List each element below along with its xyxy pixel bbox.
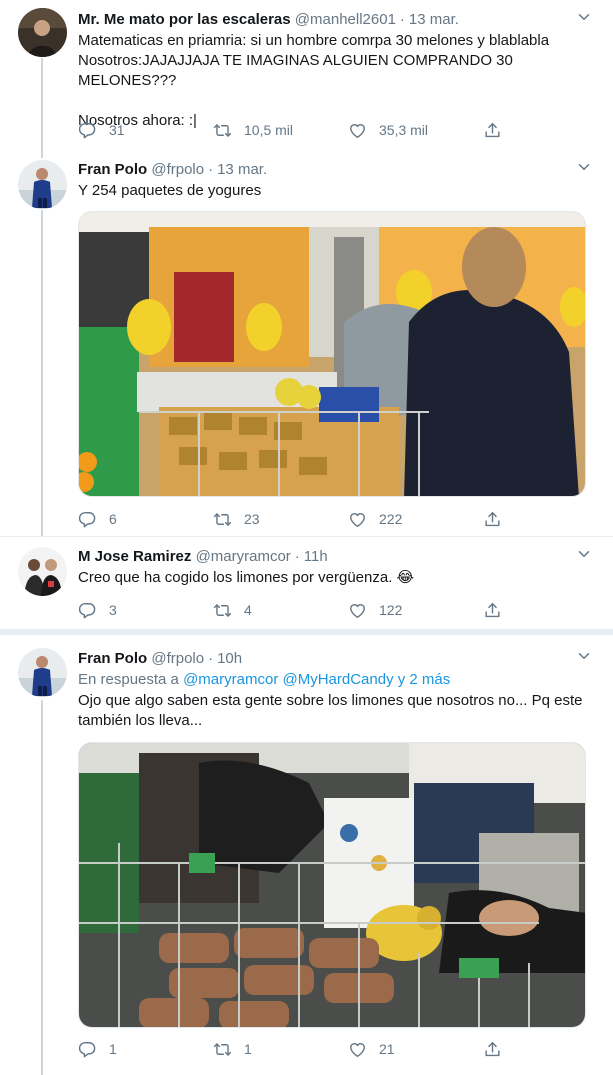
tweet-header: Fran Polo @frpolo · 10h bbox=[78, 649, 593, 669]
avatar[interactable] bbox=[18, 160, 67, 209]
share-icon bbox=[483, 121, 502, 140]
author-handle[interactable]: @frpolo bbox=[151, 650, 204, 667]
retweet-icon bbox=[213, 601, 232, 620]
reply-context: En respuesta a @maryramcor @MyHardCandy … bbox=[78, 670, 593, 690]
chevron-down-icon[interactable] bbox=[575, 545, 593, 563]
heart-icon bbox=[348, 1040, 367, 1059]
reply-icon bbox=[78, 1040, 97, 1059]
share-icon bbox=[483, 1040, 502, 1059]
retweet-count: 10,5 mil bbox=[244, 122, 294, 138]
share-icon bbox=[483, 510, 502, 529]
share-button[interactable] bbox=[483, 599, 514, 621]
avatar[interactable] bbox=[18, 8, 67, 57]
author-handle[interactable]: @frpolo bbox=[151, 161, 204, 178]
tweet-text: Creo que ha cogido los limones por vergü… bbox=[78, 569, 415, 586]
reply-icon bbox=[78, 121, 97, 140]
timestamp[interactable]: 11h bbox=[304, 548, 328, 565]
reply-button[interactable]: 3 bbox=[78, 599, 117, 621]
author-name[interactable]: Mr. Me mato por las escaleras bbox=[78, 11, 291, 28]
avatar[interactable] bbox=[18, 648, 67, 697]
like-count: 222 bbox=[379, 511, 403, 527]
heart-icon bbox=[348, 121, 367, 140]
share-button[interactable] bbox=[483, 1038, 514, 1060]
retweet-button[interactable]: 1 bbox=[213, 1038, 252, 1060]
retweet-count: 4 bbox=[244, 602, 252, 618]
share-button[interactable] bbox=[483, 119, 514, 141]
thread-line bbox=[41, 150, 43, 158]
reply-count: 6 bbox=[109, 511, 117, 527]
tweet-text: Y 254 paquetes de yogures bbox=[78, 182, 262, 199]
tweet-header: Fran Polo @frpolo · 13 mar. bbox=[78, 160, 593, 180]
avatar[interactable] bbox=[18, 547, 67, 596]
timestamp[interactable]: 13 mar. bbox=[409, 11, 459, 28]
tweet-header: M Jose Ramirez @maryramcor · 11h bbox=[78, 547, 593, 567]
like-button[interactable]: 222 bbox=[348, 508, 402, 530]
chevron-down-icon[interactable] bbox=[575, 8, 593, 26]
retweet-count: 1 bbox=[244, 1041, 252, 1057]
tweet-4[interactable]: Fran Polo @frpolo · 10h En respuesta a @ma… bbox=[0, 635, 613, 1075]
tweet-text: Matematicas en priamria: si un hombre co… bbox=[78, 32, 550, 129]
like-button[interactable]: 21 bbox=[348, 1038, 395, 1060]
reply-button[interactable]: 6 bbox=[78, 508, 117, 530]
tweet-actions: 3 4 122 bbox=[78, 599, 508, 621]
tweet-actions: 1 1 21 bbox=[78, 1038, 508, 1060]
author-name[interactable]: M Jose Ramirez bbox=[78, 548, 191, 565]
tweet-text: Ojo que algo saben esta gente sobre los … bbox=[78, 692, 583, 729]
retweet-icon bbox=[213, 510, 232, 529]
retweet-button[interactable]: 10,5 mil bbox=[213, 119, 293, 141]
like-button[interactable]: 35,3 mil bbox=[348, 119, 428, 141]
reply-prefix: En respuesta a bbox=[78, 671, 179, 688]
like-button[interactable]: 122 bbox=[348, 599, 402, 621]
reply-mentions-link[interactable]: @maryramcor @MyHardCandy y 2 más bbox=[183, 671, 450, 688]
retweet-button[interactable]: 4 bbox=[213, 599, 252, 621]
reply-count: 31 bbox=[109, 122, 125, 138]
author-handle[interactable]: @maryramcor bbox=[196, 548, 291, 565]
retweet-icon bbox=[213, 1040, 232, 1059]
tweet-actions: 6 23 222 bbox=[78, 508, 508, 530]
tweet-1[interactable]: Mr. Me mato por las escaleras @manhell26… bbox=[0, 0, 613, 150]
thread-line bbox=[41, 700, 43, 1075]
tweet-header: Mr. Me mato por las escaleras @manhell26… bbox=[78, 10, 593, 30]
reply-button[interactable]: 1 bbox=[78, 1038, 117, 1060]
chevron-down-icon[interactable] bbox=[575, 647, 593, 665]
thread-line bbox=[41, 58, 43, 150]
tweet-3[interactable]: M Jose Ramirez @maryramcor · 11h Creo que … bbox=[0, 537, 613, 629]
like-count: 35,3 mil bbox=[379, 122, 429, 138]
retweet-count: 23 bbox=[244, 511, 260, 527]
timestamp[interactable]: 10h bbox=[217, 650, 242, 667]
thread-line bbox=[41, 210, 43, 536]
like-count: 122 bbox=[379, 602, 403, 618]
author-name[interactable]: Fran Polo bbox=[78, 650, 147, 667]
tweet-photo-supermarket-checkout[interactable] bbox=[78, 211, 586, 497]
reply-icon bbox=[78, 510, 97, 529]
tweet-actions: 31 10,5 mil 35,3 mil bbox=[78, 119, 508, 141]
reply-count: 1 bbox=[109, 1041, 117, 1057]
share-button[interactable] bbox=[483, 508, 514, 530]
reply-button[interactable]: 31 bbox=[78, 119, 125, 141]
heart-icon bbox=[348, 510, 367, 529]
retweet-icon bbox=[213, 121, 232, 140]
chevron-down-icon[interactable] bbox=[575, 158, 593, 176]
reply-count: 3 bbox=[109, 602, 117, 618]
reply-icon bbox=[78, 601, 97, 620]
like-count: 21 bbox=[379, 1041, 395, 1057]
timestamp[interactable]: 13 mar. bbox=[217, 161, 267, 178]
heart-icon bbox=[348, 601, 367, 620]
retweet-button[interactable]: 23 bbox=[213, 508, 260, 530]
tweet-photo-shopping-cart-lemons[interactable] bbox=[78, 742, 586, 1028]
tweet-2[interactable]: Fran Polo @frpolo · 13 mar. Y 254 paquetes… bbox=[0, 150, 613, 536]
author-name[interactable]: Fran Polo bbox=[78, 161, 147, 178]
share-icon bbox=[483, 601, 502, 620]
author-handle[interactable]: @manhell2601 bbox=[295, 11, 396, 28]
